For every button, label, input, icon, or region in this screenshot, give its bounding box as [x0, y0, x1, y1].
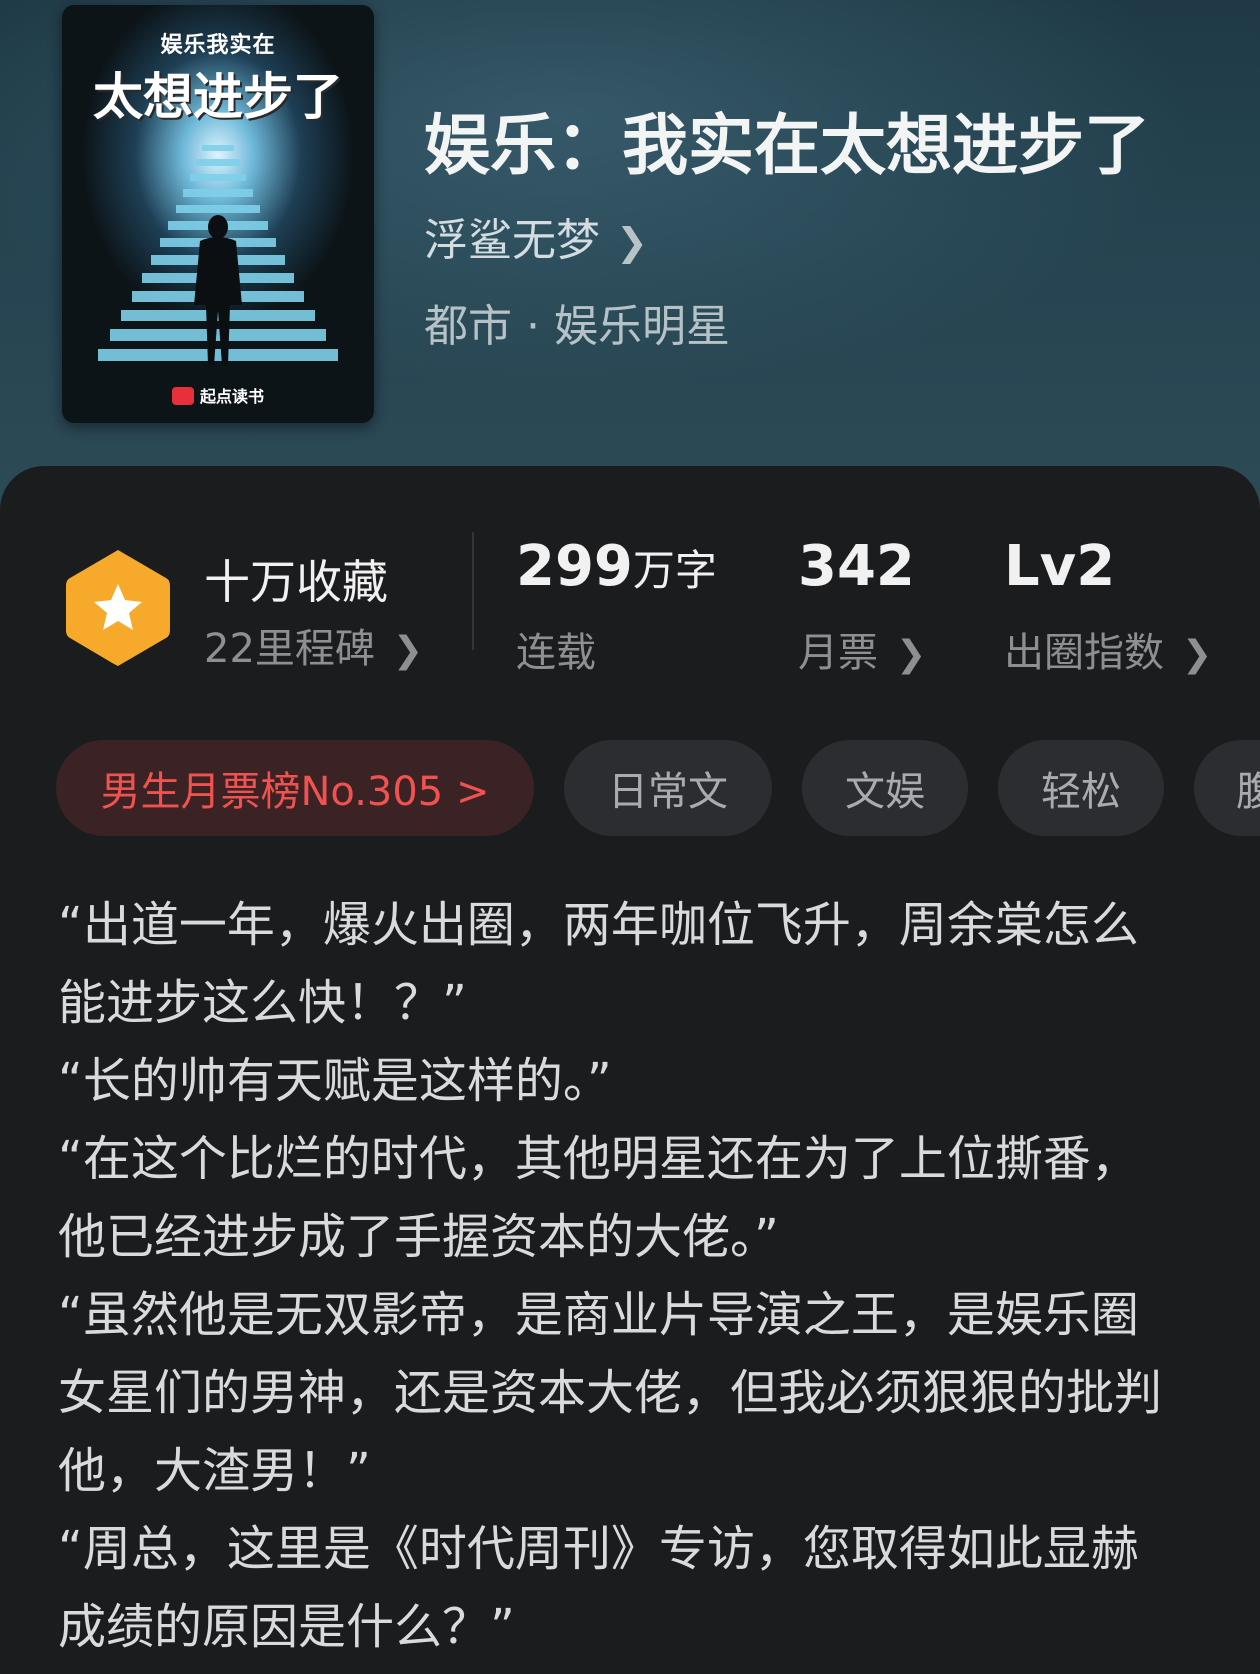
word-count-unit: 万字	[632, 546, 717, 595]
monthly-ticket-count: 342	[798, 534, 915, 599]
collection-label: 十万收藏	[204, 555, 388, 609]
chevron-right-icon: ❯	[392, 630, 424, 671]
author-name: 浮鲨无梦	[424, 215, 600, 266]
influence-level-number: Lv2	[1004, 534, 1116, 599]
book-title: 娱乐：我实在太想进步了	[424, 106, 1150, 184]
milestone-link[interactable]: 22里程碑 ❯	[204, 616, 423, 674]
monthly-ticket-number: 342	[798, 534, 915, 599]
cover-big-title: 太想进步了	[93, 68, 343, 126]
intro-paragraph: “出道一年，爆火出圈，两年咖位飞升，周余棠怎么能进步这么快！？”	[58, 897, 1139, 1031]
chevron-right-icon: ❯	[1182, 634, 1213, 675]
cover-small-title: 娱乐我实在	[160, 33, 276, 58]
brand-logo-icon	[171, 387, 194, 405]
influence-link[interactable]: 出圈指数 ❯	[1004, 620, 1212, 678]
influence-level: Lv2	[1004, 534, 1115, 599]
book-cover[interactable]: 娱乐我实在 太想进步了 起点读书	[62, 5, 374, 423]
rank-tag[interactable]: 男生月票榜No.305 >	[56, 740, 534, 836]
influence-label: 出圈指数	[1004, 630, 1164, 676]
intro-paragraph: “虽然他是无双影帝，是商业片导演之王，是娱乐圈女星们的男神，还是资本大佬，但我必…	[58, 1287, 1163, 1499]
tag-entertainment[interactable]: 文娱	[802, 740, 968, 836]
tag-relaxed[interactable]: 轻松	[998, 740, 1164, 836]
word-count-number: 299	[516, 534, 633, 599]
word-count: 299万字	[516, 534, 717, 599]
intro-paragraph: “周总，这里是《时代周刊》专访，您取得如此显赫成绩的原因是什么？”	[58, 1521, 1139, 1655]
intro-paragraph: “在这个比烂的时代，其他明星还在为了上位撕番，他已经进步成了手握资本的大佬。”	[58, 1131, 1139, 1265]
book-intro: “出道一年，爆火出圈，两年咖位飞升，周余棠怎么能进步这么快！？” “长的帅有天赋…	[58, 886, 1178, 1666]
star-badge-icon[interactable]	[62, 546, 174, 670]
cover-brand: 起点读书	[62, 383, 374, 407]
stats-divider	[472, 532, 474, 650]
cover-brand-label: 起点读书	[199, 387, 264, 406]
serial-status: 连载	[516, 630, 596, 676]
milestone-label: 22里程碑	[204, 626, 375, 672]
tag-daily[interactable]: 日常文	[564, 740, 772, 836]
author-link[interactable]: 浮鲨无梦 ❯	[424, 204, 648, 268]
monthly-ticket-link[interactable]: 月票 ❯	[798, 620, 926, 678]
intro-paragraph: “长的帅有天赋是这样的。”	[58, 1053, 612, 1109]
monthly-ticket-label: 月票	[798, 630, 878, 676]
chevron-right-icon: ❯	[616, 220, 648, 264]
book-genre: 都市 · 娱乐明星	[424, 301, 730, 352]
chevron-right-icon: ❯	[896, 634, 927, 675]
